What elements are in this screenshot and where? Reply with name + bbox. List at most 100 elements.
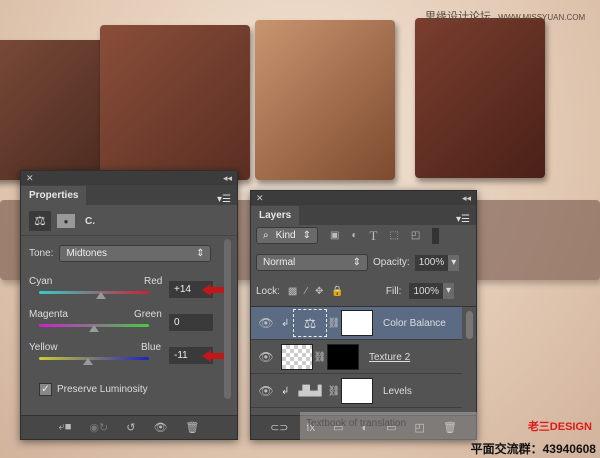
slider-track[interactable]: [39, 357, 149, 360]
lock-brush-icon[interactable]: ⁄: [305, 286, 307, 297]
opacity-label: Opacity:: [373, 257, 410, 268]
chain-link-icon: ⛓: [327, 385, 341, 397]
close-icon[interactable]: ✕: [256, 193, 264, 204]
tone-label: Tone:: [29, 248, 54, 259]
value-text: 0: [174, 317, 180, 328]
fill-field[interactable]: 100% ▾: [409, 283, 455, 299]
visibility-icon[interactable]: 👁: [153, 421, 167, 434]
balance-scale-icon: ⚖: [293, 309, 327, 337]
value-text: +14: [174, 284, 191, 295]
slider-right-label: Red: [144, 276, 163, 287]
panel-menu-icon[interactable]: ▾☰: [456, 214, 470, 225]
layers-panel: ✕ ◂◂ Layers ▾☰ ⌕ Kind ⇕ ▣ ◐ T ⬚ ◰ Normal ⇕ Opacit…: [250, 190, 477, 440]
fill-label: Fill:: [385, 285, 402, 297]
panel-menu-icon[interactable]: ▾☰: [217, 194, 231, 205]
blend-mode-value: Normal: [263, 257, 296, 268]
properties-panel: ✕ ◂◂ Properties ▾☰ ⚖ ● C. Tone: Midtones ⇕ …: [20, 170, 238, 440]
visibility-eye-icon[interactable]: 👁: [251, 350, 281, 364]
layer-name[interactable]: Levels: [383, 386, 412, 397]
type-filter-icon[interactable]: T: [370, 228, 378, 244]
updown-icon: ⇕: [352, 257, 361, 268]
watermark-group: 平面交流群：43940608: [470, 442, 596, 456]
fill-value: 100%: [413, 285, 440, 297]
layer-name[interactable]: Color Balance: [383, 318, 446, 329]
image-filter-icon[interactable]: ▣: [330, 230, 339, 241]
scrollbar[interactable]: [466, 311, 473, 339]
chocolate-letter: [415, 18, 545, 178]
blend-mode-select[interactable]: Normal ⇕: [256, 254, 368, 271]
chocolate-letter: [0, 40, 110, 180]
slider-cyan-red: Cyan Red +14: [29, 276, 229, 306]
layer-mask-thumbnail: [341, 310, 373, 336]
visibility-eye-icon[interactable]: 👁: [251, 384, 281, 398]
smart-object-filter-icon[interactable]: ◰: [411, 230, 420, 241]
chain-link-icon: ⛓: [313, 351, 327, 363]
lock-position-icon[interactable]: ✥: [315, 286, 323, 297]
close-icon[interactable]: ✕: [26, 173, 34, 184]
lock-all-icon[interactable]: 🔒: [331, 286, 343, 297]
reset-icon[interactable]: ↺: [126, 421, 135, 434]
layer-row-levels[interactable]: 👁 ↲ ▟▙▟ ⛓ Levels: [251, 375, 462, 408]
link-layers-icon[interactable]: ⊂⊃: [270, 421, 288, 434]
tone-value: Midtones: [66, 248, 108, 259]
dropdown-arrow-icon[interactable]: ▾: [443, 283, 455, 299]
slider-right-label: Green: [134, 309, 162, 320]
mask-icon[interactable]: ●: [57, 214, 75, 228]
updown-icon: ⇕: [196, 248, 205, 259]
adjustment-filter-icon[interactable]: ◐: [351, 230, 357, 241]
view-previous-icon[interactable]: ◉↻: [89, 421, 108, 434]
layer-mask-thumbnail: [327, 344, 359, 370]
search-icon: ⌕: [263, 230, 269, 241]
layer-thumbnail: [281, 344, 313, 370]
opacity-field[interactable]: 100% ▾: [414, 254, 460, 271]
chocolate-letter: [255, 20, 395, 180]
shape-filter-icon[interactable]: ⬚: [389, 230, 398, 241]
dropdown-arrow-icon[interactable]: ▾: [448, 254, 460, 271]
lock-label: Lock:: [256, 285, 280, 297]
value-field[interactable]: 0: [169, 314, 213, 331]
slider-right-label: Blue: [141, 342, 162, 353]
slider-magenta-green: Magenta Green 0: [29, 309, 229, 339]
watermark-brand: 老三DESIGN: [527, 421, 592, 433]
collapse-icon[interactable]: ◂◂: [462, 193, 471, 204]
filter-kind-value: Kind: [275, 230, 296, 241]
filter-toggle[interactable]: [432, 227, 440, 244]
layer-name[interactable]: Texture 2: [369, 352, 410, 363]
watermark-overlay-text: Textbook of translation: [306, 418, 407, 429]
slider-left-label: Yellow: [29, 342, 58, 353]
levels-histogram-icon: ▟▙▟: [298, 385, 322, 397]
chocolate-letter: [100, 25, 250, 180]
tone-select[interactable]: Midtones ⇕: [59, 245, 212, 262]
tab-layers[interactable]: Layers: [251, 206, 300, 225]
updown-icon: ⇕: [302, 230, 311, 241]
layer-row-texture-2[interactable]: 👁 ⛓ Texture 2: [251, 341, 462, 374]
slider-thumb[interactable]: [83, 358, 93, 365]
slider-thumb[interactable]: [96, 292, 106, 299]
lock-transparent-icon[interactable]: ▩: [288, 286, 297, 297]
opacity-value: 100%: [418, 257, 445, 268]
collapse-icon[interactable]: ◂◂: [223, 173, 232, 184]
layer-mask-thumbnail: [341, 378, 373, 404]
slider-thumb[interactable]: [89, 325, 99, 332]
slider-left-label: Magenta: [29, 309, 68, 320]
chain-link-icon: ⛓: [327, 317, 341, 329]
clip-to-layer-icon[interactable]: ⤶■: [59, 421, 72, 434]
value-text: -11: [174, 350, 188, 361]
watermark-url: WWW.MISSYUAN.COM: [498, 13, 586, 22]
slider-left-label: Cyan: [29, 276, 53, 287]
balance-scale-icon[interactable]: ⚖: [29, 211, 51, 231]
watermark-cn: 思缘设计论坛: [425, 11, 491, 23]
preserve-luminosity-label: Preserve Luminosity: [57, 384, 148, 395]
visibility-eye-icon[interactable]: 👁: [251, 316, 281, 330]
clip-icon: ↲: [281, 317, 290, 329]
clip-icon: ↲: [281, 385, 290, 397]
filter-kind-select[interactable]: ⌕ Kind ⇕: [256, 227, 318, 244]
slider-track[interactable]: [39, 291, 149, 294]
trash-icon[interactable]: 🗑: [185, 421, 199, 434]
layer-row-color-balance[interactable]: 👁 ↲ ⚖ ⛓ Color Balance: [251, 307, 462, 340]
slider-yellow-blue: Yellow Blue -11: [29, 342, 229, 372]
watermark-site: 思缘设计论坛 WWW.MISSYUAN.COM: [425, 8, 585, 24]
tab-properties[interactable]: Properties: [21, 186, 87, 205]
preserve-luminosity-checkbox[interactable]: ✓: [39, 383, 52, 396]
adjustment-label: C.: [85, 215, 95, 227]
